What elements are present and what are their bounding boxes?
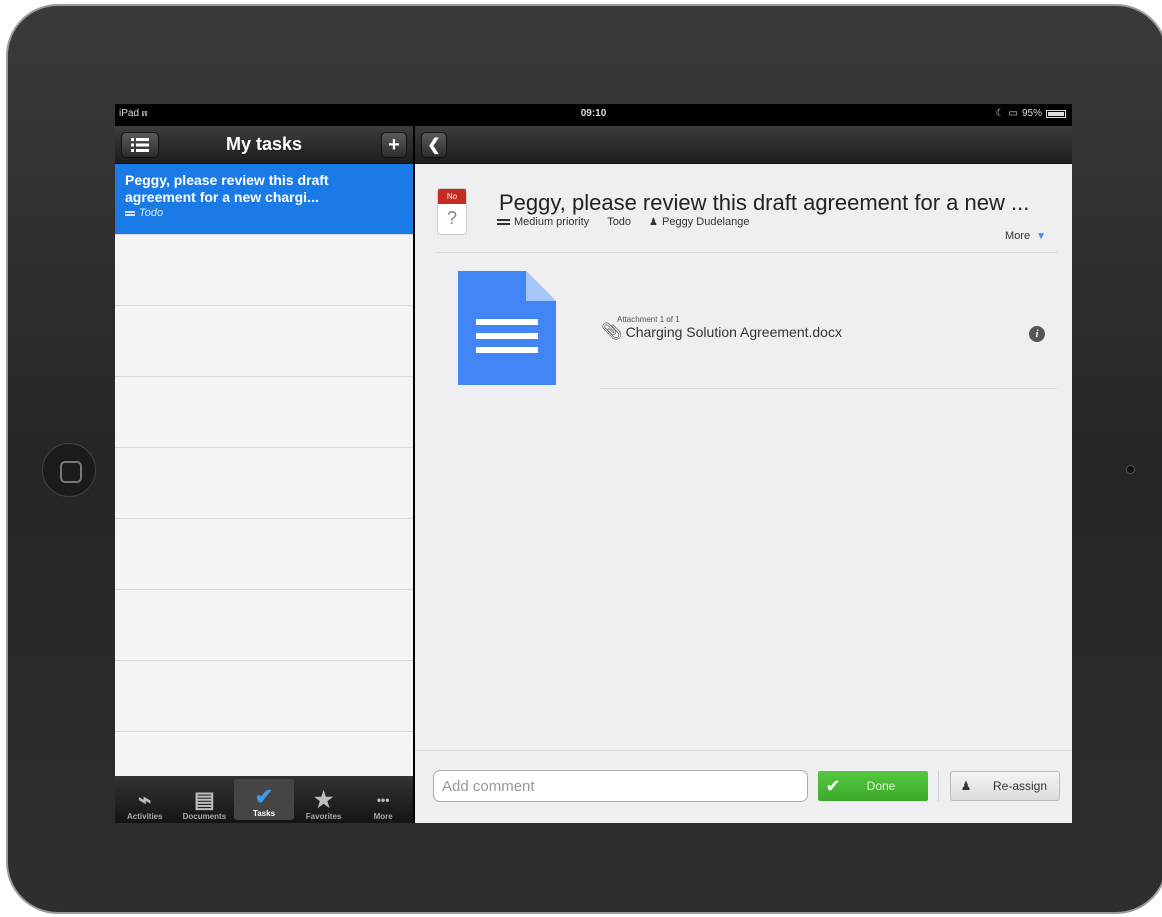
- attachment-name-row: 📎︎ Charging Solution Agreement.docx: [601, 322, 842, 342]
- tab-favorites[interactable]: ★ Favorites: [294, 776, 354, 823]
- task-detail-pane: ❮ No Date ? Peggy, please review this dr…: [415, 126, 1072, 823]
- attachment-divider: [600, 388, 1057, 389]
- home-button[interactable]: [42, 443, 96, 497]
- back-chevron-icon: ❮: [427, 137, 441, 154]
- tab-label: Favorites: [305, 812, 342, 821]
- empty-list-row: [115, 448, 413, 519]
- header-divider: [437, 252, 1058, 253]
- empty-list-row: [115, 661, 413, 732]
- task-header: No Date ? Peggy, please review this draf…: [415, 164, 1072, 252]
- due-date-badge[interactable]: No Date ?: [437, 188, 467, 235]
- empty-list-row: [115, 377, 413, 448]
- tab-label: More: [373, 812, 393, 821]
- back-button[interactable]: ❮: [421, 132, 447, 158]
- tab-bar: ⌁ Activities ▤ Documents ✔ Tasks ★ Favor…: [115, 776, 413, 823]
- star-icon: ★: [313, 787, 334, 812]
- task-meta: Medium priority Todo ♟ Peggy Dudelange: [497, 216, 749, 228]
- dropdown-arrow-icon: ▼: [1036, 231, 1046, 242]
- task-item-status-label: Todo: [139, 207, 164, 219]
- priority-label: Medium priority: [514, 216, 590, 228]
- priority-medium-icon: [497, 219, 510, 226]
- page-title: My tasks: [225, 134, 303, 154]
- status-time: 09:10: [580, 108, 607, 119]
- task-list: Peggy, please review this draft agreemen…: [115, 164, 413, 776]
- assignee-name: Peggy Dudelange: [662, 216, 750, 228]
- check-icon: ✔: [254, 784, 274, 809]
- comment-bar: ✔ Done ♟ Re-assign: [415, 750, 1072, 823]
- camera: [1126, 465, 1135, 474]
- battery-icon: [1046, 109, 1066, 118]
- info-icon[interactable]: i: [1029, 326, 1045, 342]
- tab-label: Documents: [182, 812, 227, 821]
- person-icon: ♟: [649, 217, 659, 228]
- more-dots-icon: •••: [376, 793, 390, 807]
- tab-label: Activities: [127, 812, 163, 821]
- priority-medium-icon: [125, 210, 135, 216]
- empty-list-row: [115, 306, 413, 377]
- tab-more[interactable]: ••• More: [353, 776, 413, 823]
- task-item-title: Peggy, please review this draft agreemen…: [125, 172, 329, 205]
- empty-list-row: [115, 519, 413, 590]
- priority-info: Medium priority: [497, 216, 589, 228]
- document-file-icon[interactable]: [458, 271, 556, 385]
- attachment-item[interactable]: Attachment 1 of 1 📎︎ Charging Solution A…: [601, 315, 842, 342]
- tab-tasks[interactable]: ✔ Tasks: [234, 779, 294, 820]
- attachment-filename: Charging Solution Agreement.docx: [625, 324, 842, 340]
- add-task-button[interactable]: +: [381, 132, 407, 158]
- more-label: More: [1005, 230, 1031, 242]
- done-label: Done: [866, 779, 896, 793]
- airplay-icon: ▭: [1008, 108, 1018, 119]
- checkmark-icon: ✔: [825, 775, 841, 796]
- battery-percent: 95%: [1021, 108, 1042, 119]
- tab-documents[interactable]: ▤ Documents: [175, 776, 235, 823]
- tab-activities[interactable]: ⌁ Activities: [115, 776, 175, 823]
- task-title: Peggy, please review this draft agreemen…: [499, 190, 1030, 215]
- paperclip-icon: 📎︎: [601, 322, 623, 341]
- task-list-item[interactable]: Peggy, please review this draft agreemen…: [115, 164, 413, 235]
- moon-icon: ☾: [995, 108, 1005, 119]
- empty-list-row: [115, 235, 413, 306]
- task-detail-navbar: ❮: [415, 126, 1072, 164]
- date-badge-value: ?: [446, 208, 457, 228]
- reassign-label: Re-assign: [992, 779, 1048, 793]
- date-badge-label: No Date: [438, 189, 466, 216]
- person-icon: ♟: [960, 779, 972, 793]
- screen: iPad ⩎ 09:10 ☾ ▭ 95% My tasks + Peggy, p…: [115, 104, 1072, 823]
- status-right: ☾ ▭ 95%: [996, 108, 1066, 119]
- more-button[interactable]: More ▼: [1005, 230, 1046, 242]
- status-label: Todo: [607, 216, 632, 228]
- tab-label: Tasks: [252, 809, 276, 818]
- reassign-button[interactable]: ♟ Re-assign: [950, 771, 1060, 801]
- comment-input[interactable]: [433, 770, 808, 802]
- status-bar: iPad ⩎ 09:10 ☾ ▭ 95%: [115, 104, 1072, 126]
- task-list-navbar: My tasks +: [115, 126, 413, 164]
- task-item-status: Todo: [125, 207, 403, 219]
- activity-icon: ⌁: [138, 787, 152, 812]
- task-list-pane: My tasks + Peggy, please review this dra…: [115, 126, 413, 823]
- button-separator: [938, 771, 939, 801]
- empty-list-row: [115, 590, 413, 661]
- assignee-info: ♟ Peggy Dudelange: [649, 216, 749, 228]
- done-button[interactable]: ✔ Done: [818, 771, 928, 801]
- document-icon: ▤: [193, 787, 215, 812]
